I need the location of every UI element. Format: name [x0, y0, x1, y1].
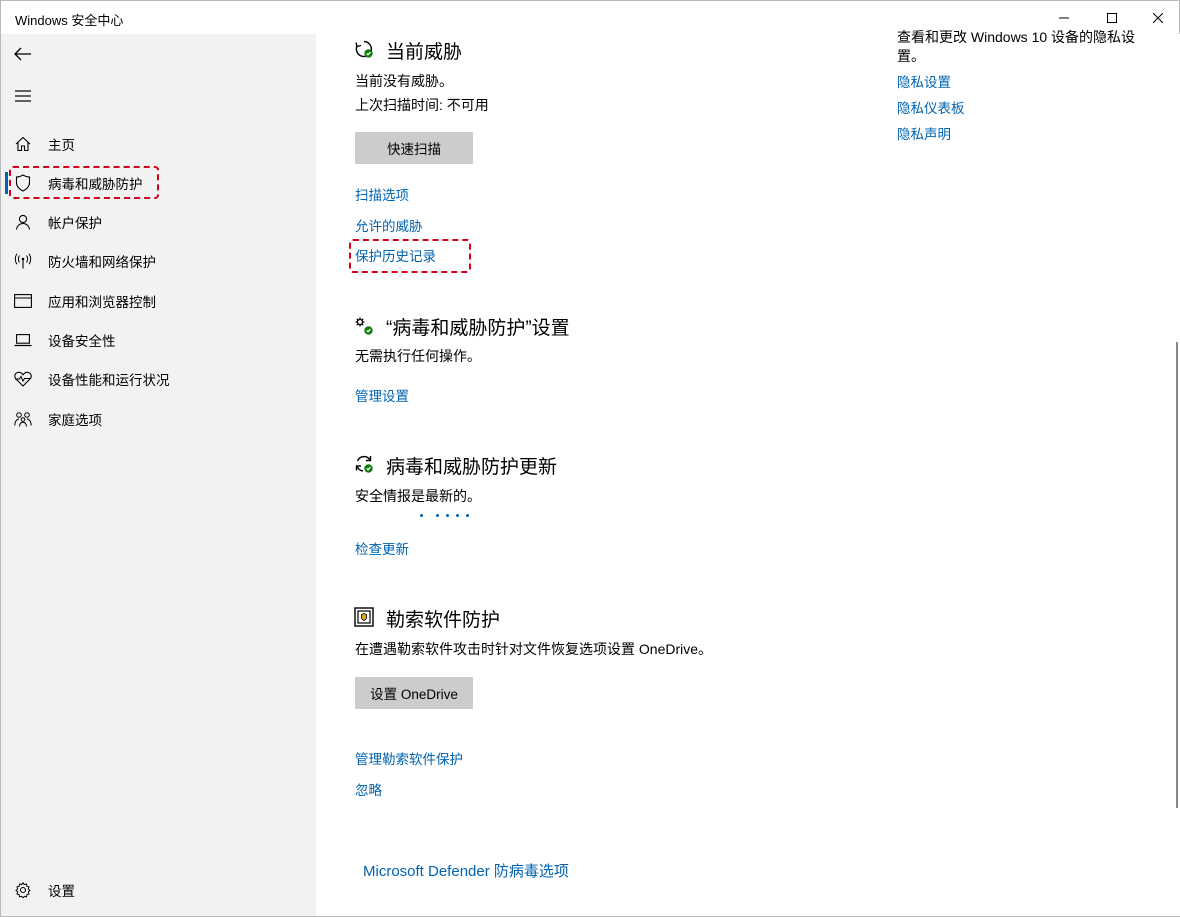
sidebar-item-label: 设备安全性: [48, 333, 116, 349]
app-window: Windows 安全中心 主页 病毒和威胁防护 帐户保护 防火墙和网络保护 应用…: [0, 0, 1180, 917]
privacy-statement-link[interactable]: 隐私声明: [897, 123, 951, 143]
sidebar-item-label: 设备性能和运行状况: [48, 372, 170, 388]
sidebar-item-device-security[interactable]: 设备安全性: [1, 320, 316, 359]
sidebar-item-virus-protection[interactable]: 病毒和威胁防护: [1, 163, 316, 202]
sidebar-item-label: 设置: [48, 883, 75, 899]
home-icon: [1, 136, 45, 152]
sidebar-item-label: 应用和浏览器控制: [48, 294, 156, 310]
loading-dot: [446, 514, 449, 517]
window-title: Windows 安全中心: [15, 13, 124, 28]
hamburger-icon: [15, 90, 31, 102]
threat-refresh-icon: [354, 39, 374, 59]
sidebar-item-label: 主页: [48, 137, 75, 153]
protection-history-link[interactable]: 保护历史记录: [355, 245, 436, 265]
antenna-icon: [1, 252, 45, 269]
protection-settings-title: “病毒和威胁防护”设置: [386, 318, 570, 339]
sidebar-item-firewall[interactable]: 防火墙和网络保护: [1, 241, 316, 280]
loading-dots: [420, 514, 469, 517]
defender-options-link[interactable]: Microsoft Defender 防病毒选项: [363, 860, 569, 881]
dismiss-link[interactable]: 忽略: [355, 779, 382, 799]
sidebar-item-home[interactable]: 主页: [1, 124, 316, 163]
sidebar-item-family-options[interactable]: 家庭选项: [1, 399, 316, 438]
loading-dot: [436, 514, 439, 517]
ransomware-folder-icon: [354, 607, 374, 627]
sidebar-item-settings[interactable]: 设置: [1, 870, 316, 909]
back-button[interactable]: [1, 34, 45, 74]
gear-icon: [1, 881, 45, 898]
ransomware-title: 勒索软件防护: [386, 610, 501, 631]
ransomware-description: 在遭遇勒索软件攻击时针对文件恢复选项设置 OneDrive。: [355, 641, 713, 657]
sidebar: 主页 病毒和威胁防护 帐户保护 防火墙和网络保护 应用和浏览器控制 设备安全性 …: [1, 34, 316, 916]
sidebar-item-device-performance[interactable]: 设备性能和运行状况: [1, 359, 316, 398]
sidebar-item-label: 病毒和威胁防护: [48, 176, 143, 192]
sidebar-item-label: 家庭选项: [48, 412, 102, 428]
current-threats-title: 当前威胁: [386, 42, 463, 63]
protection-settings-status: 无需执行任何操作。: [355, 348, 481, 364]
close-icon: [1153, 12, 1163, 23]
person-icon: [1, 214, 45, 230]
loading-dot: [466, 514, 469, 517]
protection-updates-title: 病毒和威胁防护更新: [386, 457, 558, 478]
privacy-intro-text: 查看和更改 Windows 10 设备的隐私设置。: [897, 29, 1136, 64]
scan-options-link[interactable]: 扫描选项: [355, 184, 409, 204]
privacy-dashboard-link[interactable]: 隐私仪表板: [897, 97, 965, 117]
setup-onedrive-button[interactable]: 设置 OneDrive: [355, 677, 473, 709]
quick-scan-button[interactable]: 快速扫描: [355, 132, 473, 164]
sidebar-item-label: 帐户保护: [48, 215, 102, 231]
minimize-icon: [1059, 17, 1069, 18]
family-icon: [1, 411, 45, 427]
loading-dot: [420, 514, 423, 517]
back-arrow-icon: [14, 47, 31, 61]
manage-ransomware-link[interactable]: 管理勒索软件保护: [355, 748, 463, 768]
maximize-icon: [1107, 12, 1117, 23]
laptop-icon: [1, 333, 45, 347]
vertical-scrollbar[interactable]: [1173, 34, 1180, 916]
hamburger-menu-button[interactable]: [1, 76, 45, 116]
main-content: 当前威胁 当前没有威胁。 上次扫描时间: 不可用 快速扫描 扫描选项 允许的威胁…: [316, 34, 861, 916]
privacy-settings-link[interactable]: 隐私设置: [897, 71, 951, 91]
scrollbar-thumb[interactable]: [1176, 342, 1178, 808]
sidebar-item-account-protection[interactable]: 帐户保护: [1, 202, 316, 241]
sidebar-item-app-browser-control[interactable]: 应用和浏览器控制: [1, 281, 316, 320]
browser-window-icon: [1, 293, 45, 308]
heart-pulse-icon: [1, 371, 45, 387]
sidebar-item-label: 防火墙和网络保护: [48, 254, 156, 270]
last-scan-text: 上次扫描时间: 不可用: [355, 97, 489, 113]
update-sync-icon: [354, 454, 374, 474]
allowed-threats-link[interactable]: 允许的威胁: [355, 215, 423, 235]
privacy-panel: 查看和更改 Windows 10 设备的隐私设置。 隐私设置 隐私仪表板 隐私声…: [861, 29, 1173, 916]
settings-gears-icon: [354, 316, 374, 336]
protection-updates-status: 安全情报是最新的。: [355, 488, 481, 504]
active-indicator: [5, 172, 8, 194]
current-threats-status: 当前没有威胁。: [355, 73, 453, 89]
loading-dot: [456, 514, 459, 517]
manage-settings-link[interactable]: 管理设置: [355, 385, 409, 405]
check-updates-link[interactable]: 检查更新: [355, 538, 409, 558]
